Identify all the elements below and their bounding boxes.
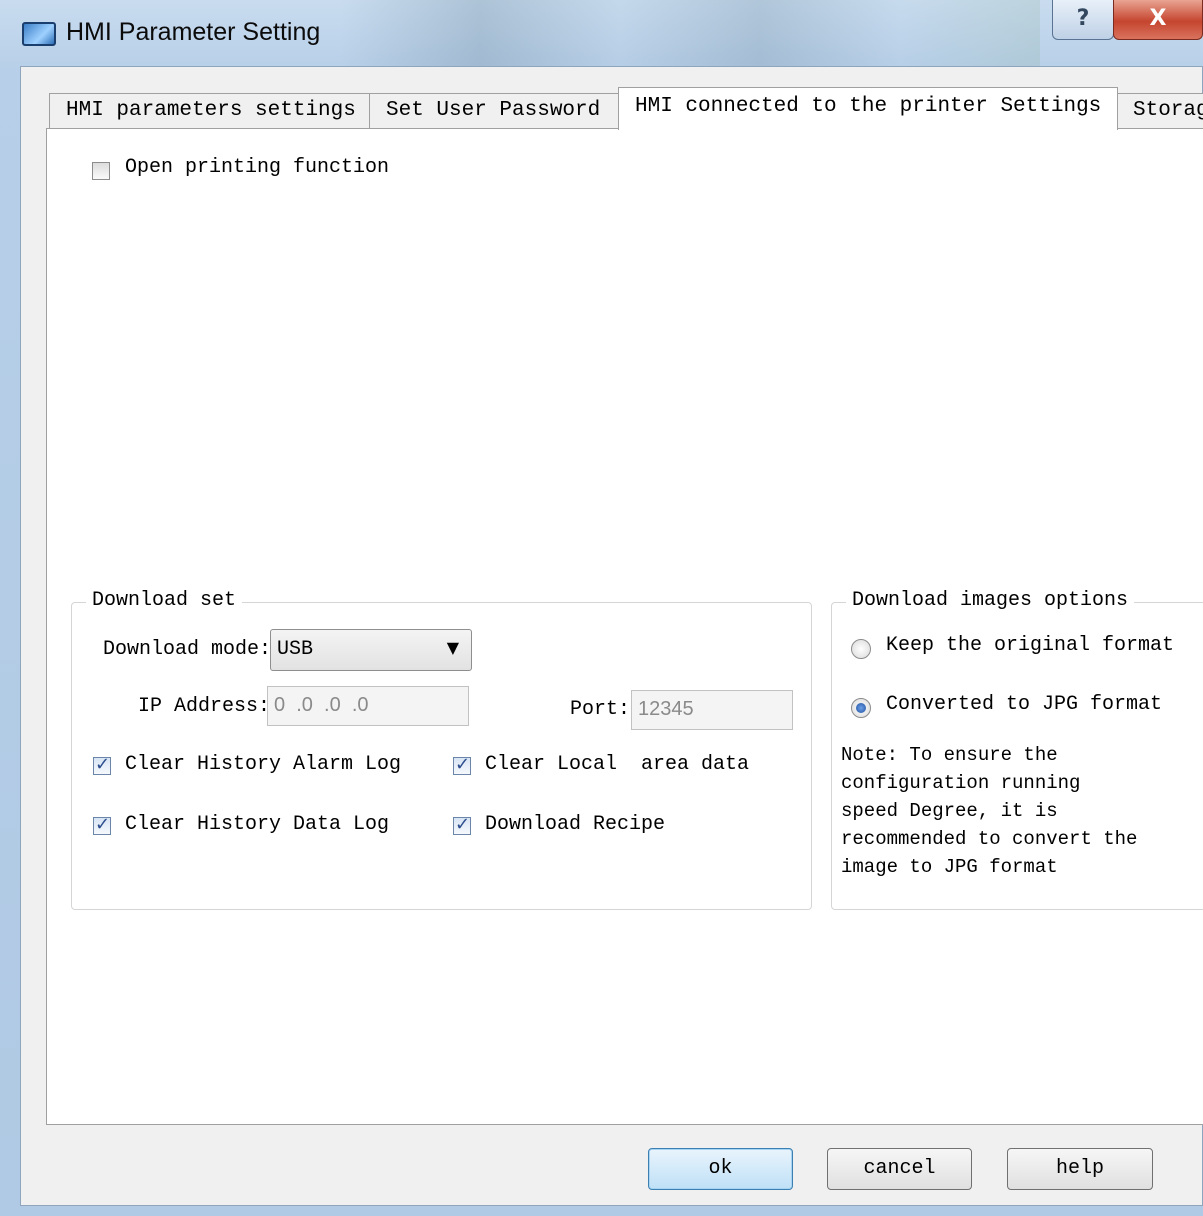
radio-selected-dot bbox=[856, 703, 866, 713]
title-bar[interactable]: HMI Parameter Setting ? X bbox=[0, 0, 1203, 66]
open-printing-checkbox[interactable] bbox=[92, 162, 110, 180]
note-text: Note: To ensure the configuration runnin… bbox=[841, 741, 1137, 881]
clear-local-area-checkbox[interactable]: ✓ bbox=[453, 754, 471, 775]
clear-alarm-log-label: Clear History Alarm Log bbox=[125, 753, 402, 776]
clear-data-log-checkbox[interactable]: ✓ bbox=[93, 814, 111, 835]
checkmark-icon: ✓ bbox=[455, 754, 471, 775]
ip-address-label: IP Address: bbox=[138, 695, 271, 718]
port-field[interactable]: 12345 bbox=[631, 690, 793, 730]
help-button[interactable]: help bbox=[1007, 1148, 1153, 1190]
app-icon bbox=[22, 22, 56, 46]
checkmark-icon: ✓ bbox=[95, 814, 111, 835]
note-line: configuration running bbox=[841, 772, 1081, 794]
cancel-button[interactable]: cancel bbox=[827, 1148, 972, 1190]
help-icon[interactable]: ? bbox=[1052, 0, 1114, 40]
convert-jpg-radio[interactable] bbox=[851, 698, 871, 718]
tab-hmi-parameters[interactable]: HMI parameters settings bbox=[49, 93, 371, 129]
clear-local-area-label: Clear Local area data bbox=[485, 753, 750, 776]
note-line: image to JPG format bbox=[841, 856, 1058, 878]
tab-storage[interactable]: Storage bbox=[1116, 93, 1203, 129]
ip-address-field[interactable]: 0 .0 .0 .0 bbox=[267, 686, 469, 726]
close-icon[interactable]: X bbox=[1113, 0, 1203, 40]
download-recipe-label: Download Recipe bbox=[485, 813, 666, 836]
download-set-group: Download set Download mode: USB ▼ IP Add… bbox=[71, 589, 812, 910]
download-mode-value: USB bbox=[277, 638, 314, 661]
chevron-down-icon: ▼ bbox=[446, 638, 459, 657]
title-bar-background bbox=[340, 0, 1040, 66]
tab-panel: Open printing function Download set Down… bbox=[46, 128, 1203, 1125]
download-images-title: Download images options bbox=[846, 589, 1135, 612]
tab-user-password[interactable]: Set User Password bbox=[369, 93, 620, 129]
download-images-group: Download images options Keep the origina… bbox=[831, 589, 1203, 910]
keep-format-radio[interactable] bbox=[851, 639, 871, 659]
download-set-title: Download set bbox=[86, 589, 243, 612]
port-value: 12345 bbox=[638, 698, 694, 720]
clear-alarm-log-checkbox[interactable]: ✓ bbox=[93, 754, 111, 775]
port-label: Port: bbox=[570, 698, 631, 721]
ok-button[interactable]: ok bbox=[648, 1148, 793, 1190]
clear-data-log-label: Clear History Data Log bbox=[125, 813, 390, 836]
note-line: recommended to convert the bbox=[841, 828, 1138, 850]
download-mode-label: Download mode: bbox=[103, 638, 272, 661]
dialog-window: HMI Parameter Setting ? X HMI parameters… bbox=[0, 0, 1203, 1216]
dialog-client-area: HMI parameters settings Set User Passwor… bbox=[20, 66, 1203, 1206]
note-line: Note: To ensure the bbox=[841, 744, 1058, 766]
open-printing-label: Open printing function bbox=[125, 156, 390, 179]
download-recipe-checkbox[interactable]: ✓ bbox=[453, 814, 471, 835]
ip-address-value: 0 .0 .0 .0 bbox=[274, 694, 369, 716]
checkmark-icon: ✓ bbox=[455, 814, 471, 835]
convert-jpg-label: Converted to JPG format bbox=[886, 693, 1163, 716]
tab-printer-settings[interactable]: HMI connected to the printer Settings bbox=[618, 87, 1118, 130]
checkmark-icon: ✓ bbox=[95, 754, 111, 775]
keep-format-label: Keep the original format bbox=[886, 634, 1175, 657]
download-mode-select[interactable]: USB ▼ bbox=[270, 629, 472, 671]
window-title: HMI Parameter Setting bbox=[66, 18, 321, 46]
note-line: speed Degree, it is bbox=[841, 800, 1058, 822]
